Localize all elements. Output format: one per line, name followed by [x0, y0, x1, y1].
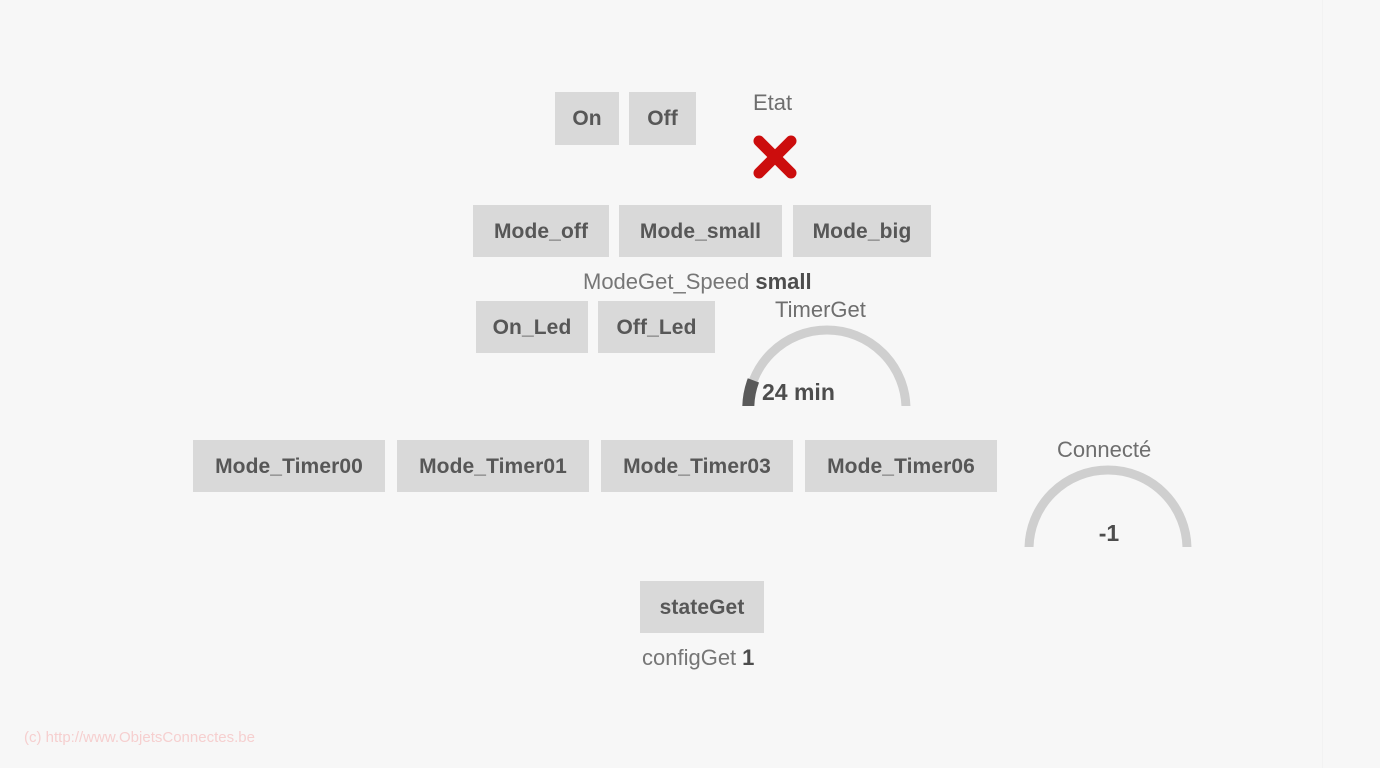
timer-gauge-title: TimerGet [775, 297, 866, 322]
mode-get-speed-readout: ModeGet_Speed small [583, 271, 812, 293]
mode-get-speed-value: small [755, 269, 812, 294]
mode-timer01-button[interactable]: Mode_Timer01 [397, 440, 589, 492]
mode-big-button[interactable]: Mode_big [793, 205, 931, 257]
off-led-button[interactable]: Off_Led [598, 301, 715, 353]
app-root: On Off Etat Mode_off Mode_small Mode_big… [0, 0, 1380, 768]
on-led-button[interactable]: On_Led [476, 301, 588, 353]
connect-gauge-value: -1 [1098, 520, 1120, 546]
mode-small-button[interactable]: Mode_small [619, 205, 782, 257]
config-get-name: configGet [642, 645, 737, 670]
off-button[interactable]: Off [629, 92, 696, 145]
cross-mark-icon [752, 134, 798, 180]
mode-off-button[interactable]: Mode_off [473, 205, 609, 257]
timer-gauge: 24 min [740, 322, 916, 406]
connect-gauge: -1 [1021, 462, 1197, 547]
on-button[interactable]: On [555, 92, 619, 145]
mode-timer03-button[interactable]: Mode_Timer03 [601, 440, 793, 492]
timer-gauge-value: 24 min [762, 379, 835, 405]
page-right-divider [1322, 0, 1323, 768]
config-get-readout: configGet 1 [642, 647, 754, 669]
config-get-value: 1 [742, 645, 755, 670]
mode-timer06-button[interactable]: Mode_Timer06 [805, 440, 997, 492]
copyright-footer[interactable]: (c) http://www.ObjetsConnectes.be [24, 729, 255, 746]
connect-gauge-title: Connecté [1057, 437, 1152, 462]
mode-timer00-button[interactable]: Mode_Timer00 [193, 440, 385, 492]
state-get-button[interactable]: stateGet [640, 581, 764, 633]
mode-get-speed-name: ModeGet_Speed [583, 269, 750, 294]
etat-title: Etat [753, 90, 793, 115]
